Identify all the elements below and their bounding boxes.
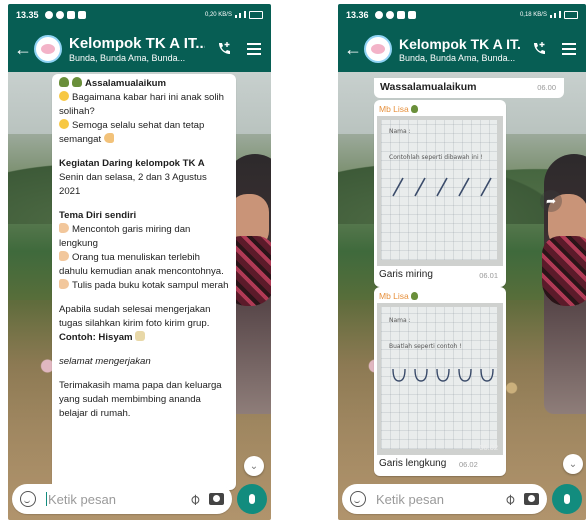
message-bubble[interactable]: Assalamualaikum Bagaimana kabar hari ini… <box>52 74 236 490</box>
menu-icon[interactable] <box>243 38 265 60</box>
back-arrow-icon[interactable]: ← <box>344 39 362 60</box>
group-info[interactable]: Kelompok TK A IT... Bunda, Bunda Ama, Bu… <box>69 35 205 63</box>
emoji-icon[interactable] <box>350 491 366 507</box>
previous-message-text: Wassalamualaikum <box>380 81 477 93</box>
phone-screen-1: 13.35 0,20 KB/S ← Kelompok TK A IT... Bu… <box>8 4 271 520</box>
message-line: Tema Diri sendiri <box>59 210 137 221</box>
slanted-lines-drawing <box>392 177 492 197</box>
call-add-icon[interactable] <box>213 38 235 60</box>
status-time: 13.36 <box>346 10 369 20</box>
input-bar: Ketik pesan ⌀ <box>12 482 267 516</box>
network-speed: 0,18 KB/S <box>519 12 547 18</box>
telegram-notif-icon <box>385 11 394 19</box>
image-caption: Garis miring <box>379 269 433 280</box>
share-icon[interactable]: ➦ <box>540 190 562 212</box>
message-line: Terimakasih mama papa dan keluarga yang … <box>59 380 222 419</box>
paper-instruction: Buatlah seperti contoh ! <box>389 343 462 350</box>
status-bar: 13.36 0,18 KB/S <box>338 4 586 26</box>
message-line: Bagaimana kabar hari ini anak solih soli… <box>59 92 224 117</box>
emoji-icon[interactable] <box>20 491 36 507</box>
network-speed: 0,20 KB/S <box>204 12 232 18</box>
whatsapp-notif-icon <box>374 11 383 19</box>
photo-time: 06.02 <box>479 443 498 452</box>
back-arrow-icon[interactable]: ← <box>14 39 32 60</box>
input-placeholder: Ketik pesan <box>48 491 116 507</box>
sender-name: Mb Lisa <box>379 291 409 301</box>
message-line: Contoh: Hisyam <box>59 332 133 343</box>
notification-icons <box>374 11 416 19</box>
camera-icon[interactable] <box>209 493 224 505</box>
message-time: 06.01 <box>479 271 498 280</box>
group-title: Kelompok TK A IT... <box>399 35 520 52</box>
battery-icon <box>564 11 578 19</box>
image-message[interactable]: Mb Lisa Nama : Buatlah seperti contoh ! … <box>374 287 506 476</box>
paper-instruction: Contohlah seperti dibawah ini ! <box>389 154 483 161</box>
mic-icon[interactable] <box>237 484 267 514</box>
message-line: Assalamualaikum <box>85 78 167 89</box>
message-input[interactable]: Ketik pesan ⌀ <box>342 484 547 514</box>
message-line: Tulis pada buku kotak sampul merah <box>72 280 229 291</box>
sender-name: Mb Lisa <box>379 104 409 114</box>
whatsapp-notif-icon <box>44 11 53 19</box>
message-line: Kegiatan Daring kelompok TK A <box>59 158 205 169</box>
message-line: Senin dan selasa, 2 dan 3 Agustus 2021 <box>59 172 207 197</box>
message-time: 06.02 <box>459 460 478 469</box>
call-add-icon[interactable] <box>528 38 550 60</box>
group-members: Bunda, Bunda Ama, Bunda... <box>69 53 186 63</box>
message-line: Mencontoh garis miring dan lengkung <box>59 224 191 249</box>
camera-icon[interactable] <box>524 493 539 505</box>
group-avatar[interactable] <box>34 35 62 63</box>
message-line: Apabila sudah selesai mengerjakan tugas … <box>59 304 211 329</box>
notification-icons <box>44 11 86 19</box>
status-time: 13.35 <box>16 10 39 20</box>
signal-icon <box>549 10 561 20</box>
image-message[interactable]: Mb Lisa Nama : Contohlah seperti dibawah… <box>374 100 506 287</box>
message-time: 06.00 <box>537 83 556 92</box>
signal-icon <box>234 10 246 20</box>
chat-header: ← Kelompok TK A IT... Bunda, Bunda Ama, … <box>8 26 271 72</box>
curved-lines-drawing <box>392 368 494 382</box>
scroll-down-icon[interactable]: ⌄ <box>244 456 264 476</box>
group-title: Kelompok TK A IT... <box>69 35 205 52</box>
paper-name-label: Nama : <box>389 128 411 135</box>
chat-header: ← Kelompok TK A IT... Bunda, Bunda Ama, … <box>338 26 586 72</box>
group-info[interactable]: Kelompok TK A IT... Bunda, Bunda Ama, Bu… <box>399 36 520 63</box>
mic-icon[interactable] <box>552 484 582 514</box>
group-avatar[interactable] <box>364 35 392 63</box>
menu-icon[interactable] <box>558 38 580 60</box>
status-bar: 13.35 0,20 KB/S <box>8 4 271 26</box>
telegram-notif-icon <box>55 11 64 19</box>
message-line: Orang tua menuliskan terlebih dahulu kem… <box>59 252 224 277</box>
message-line: selamat mengerjakan <box>59 356 151 367</box>
input-bar: Ketik pesan ⌀ <box>342 482 582 516</box>
homework-photo[interactable]: Nama : Buatlah seperti contoh ! 06.02 <box>377 303 503 455</box>
mail-notif-icon <box>407 11 416 19</box>
message-input[interactable]: Ketik pesan ⌀ <box>12 484 232 514</box>
app-notif-icon <box>66 11 75 19</box>
app-notif-icon <box>396 11 405 19</box>
scroll-down-icon[interactable]: ⌄ <box>563 454 583 474</box>
mail-notif-icon <box>77 11 86 19</box>
battery-icon <box>249 11 263 19</box>
message-line: Semoga selalu sehat dan tetap semangat <box>59 120 205 145</box>
paper-name-label: Nama : <box>389 317 411 324</box>
input-placeholder: Ketik pesan <box>376 491 444 507</box>
previous-message[interactable]: Wassalamualaikum 06.00 <box>374 78 564 98</box>
image-caption: Garis lengkung <box>379 458 447 469</box>
phone-screen-2: 13.36 0,18 KB/S ← Kelompok TK A IT... Bu… <box>338 4 586 520</box>
group-members: Bunda, Bunda Ama, Bunda... <box>399 52 516 63</box>
homework-photo[interactable]: Nama : Contohlah seperti dibawah ini ! <box>377 116 503 266</box>
